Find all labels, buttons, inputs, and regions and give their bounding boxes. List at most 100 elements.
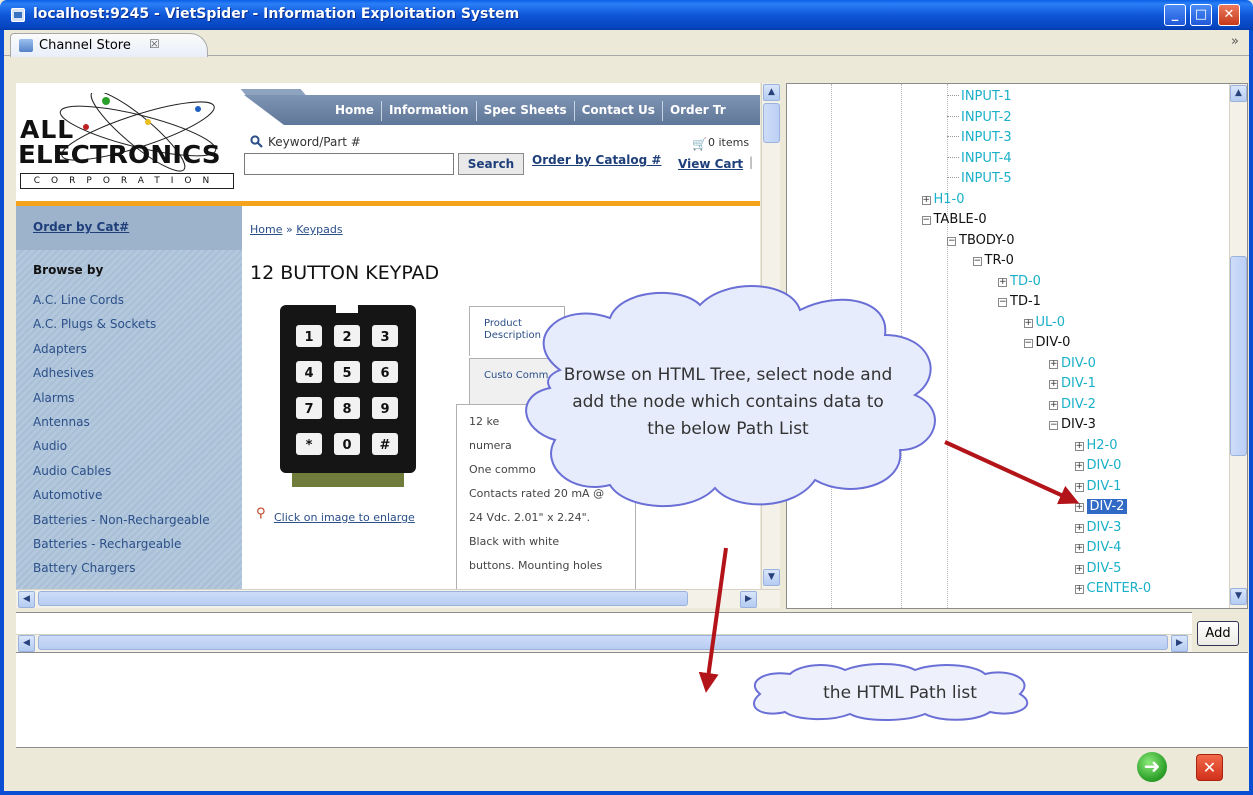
category-link[interactable]: A.C. Line Cords (33, 293, 210, 317)
tree-node[interactable]: + DIV-2 (1074, 496, 1128, 517)
tree-node[interactable]: + DIV-0 (1049, 353, 1096, 374)
html-path-list[interactable] (16, 652, 1248, 748)
tree-node[interactable]: + UL-0 (1023, 312, 1065, 333)
expand-toggle-icon[interactable]: + (1074, 585, 1084, 594)
scroll-thumb[interactable] (763, 103, 780, 143)
category-link[interactable]: Battery Chargers (33, 561, 210, 585)
path-horizontal-scrollbar[interactable]: ◀ ▶ (16, 634, 1192, 652)
tree-node[interactable]: + DIV-5 (1074, 558, 1121, 579)
category-link[interactable]: Batteries - Rechargeable (33, 537, 210, 561)
expand-toggle-icon[interactable]: + (1049, 400, 1058, 410)
all-electronics-logo[interactable]: ALL ELECTRONICS CORPORATION (18, 93, 236, 189)
category-link[interactable]: Batteries - Non-Rechargeable (33, 513, 210, 537)
nav-spec-sheets[interactable]: Spec Sheets (475, 101, 574, 121)
scroll-down-arrow-icon[interactable]: ▼ (1230, 588, 1247, 605)
expand-toggle-icon[interactable]: + (1074, 462, 1084, 471)
tree-node[interactable]: + DIV-3 (1074, 517, 1121, 538)
order-by-cat-link[interactable]: Order by Cat# (16, 206, 242, 250)
category-link[interactable]: Audio Cables (33, 464, 210, 488)
enlarge-image-link[interactable]: Click on image to enlarge (274, 511, 415, 524)
tree-node[interactable]: + H2-0 (1074, 435, 1118, 456)
expand-toggle-icon[interactable]: + (1074, 564, 1084, 574)
tree-node[interactable]: + DIV-2 (1049, 394, 1096, 415)
tree-node[interactable]: INPUT-3 (947, 127, 1012, 148)
collapse-toggle-icon[interactable]: − (947, 236, 956, 246)
tree-node[interactable]: INPUT-5 (947, 168, 1012, 189)
web-browser-pane[interactable]: ALL ELECTRONICS CORPORATION Home Informa… (16, 83, 760, 589)
tree-vertical-scrollbar[interactable]: ▲ ▼ (1229, 84, 1247, 608)
tree-node[interactable]: INPUT-2 (947, 107, 1012, 128)
category-link[interactable]: A.C. Plugs & Sockets (33, 317, 210, 341)
scroll-thumb[interactable] (38, 591, 688, 606)
scroll-left-arrow-icon[interactable]: ◀ (18, 635, 35, 652)
browser-vertical-scrollbar[interactable]: ▲ ▼ (761, 83, 780, 589)
scroll-up-arrow-icon[interactable]: ▲ (1230, 85, 1247, 102)
cancel-button[interactable]: ✕ (1196, 754, 1223, 781)
close-button[interactable]: ✕ (1218, 4, 1240, 26)
tree-node[interactable]: INPUT-4 (947, 148, 1012, 169)
tab-customer-comments[interactable]: Custo Comm (469, 358, 565, 406)
scroll-thumb[interactable] (1230, 256, 1247, 456)
tree-node[interactable]: − DIV-0 (1023, 332, 1070, 353)
tree-node[interactable]: + DIV-0 (1074, 455, 1121, 476)
expand-toggle-icon[interactable]: + (1074, 503, 1084, 512)
minimize-button[interactable]: _ (1164, 4, 1186, 26)
keyword-search-input[interactable] (244, 153, 454, 175)
tree-node[interactable]: + CENTER-0 (1074, 578, 1151, 599)
title-bar[interactable]: localhost:9245 - VietSpider - Informatio… (0, 0, 1253, 30)
category-link[interactable]: Antennas (33, 415, 210, 439)
browser-horizontal-scrollbar[interactable]: ◀ ▶ (16, 589, 780, 608)
tree-node[interactable]: + DIV-1 (1049, 373, 1096, 394)
tree-node[interactable]: − TABLE-0 (921, 209, 987, 230)
collapse-toggle-icon[interactable]: − (998, 298, 1007, 307)
tree-node[interactable]: − TBODY-0 (947, 230, 1015, 251)
expand-toggle-icon[interactable]: + (1074, 523, 1084, 533)
scroll-left-arrow-icon[interactable]: ◀ (18, 591, 35, 608)
scroll-thumb[interactable] (38, 635, 1168, 650)
tree-node[interactable]: + DIV-4 (1074, 537, 1121, 558)
category-link[interactable]: Alarms (33, 391, 210, 415)
expand-toggle-icon[interactable]: + (1023, 318, 1033, 328)
expand-toggle-icon[interactable]: + (1074, 544, 1084, 553)
go-next-button[interactable]: ➜ (1137, 752, 1167, 782)
keypad-product-image[interactable]: 1 2 3 4 5 6 7 8 9 * 0 # (278, 303, 418, 493)
nav-order-tracking[interactable]: Order Tr (661, 101, 733, 121)
view-menu-chevron-icon[interactable]: » (1231, 34, 1239, 49)
tree-node[interactable]: + DIV-1 (1074, 476, 1121, 497)
tree-node[interactable]: + H1-0 (921, 189, 965, 210)
path-input-area[interactable] (16, 612, 1192, 634)
search-button[interactable]: Search (458, 153, 524, 175)
maximize-button[interactable]: □ (1190, 4, 1212, 26)
tab-channel-store[interactable]: Channel Store ☒ (10, 33, 208, 57)
expand-toggle-icon[interactable]: + (1074, 441, 1084, 451)
tree-node[interactable]: INPUT-1 (947, 86, 1012, 107)
tree-node[interactable]: − TD-1 (998, 291, 1041, 312)
category-link[interactable]: Automotive (33, 488, 210, 512)
expand-toggle-icon[interactable]: + (1049, 380, 1058, 389)
tab-product-description[interactable]: Product Description (469, 306, 565, 356)
view-cart-link[interactable]: View Cart (678, 157, 743, 171)
nav-contact-us[interactable]: Contact Us (573, 101, 662, 121)
breadcrumb-keypads[interactable]: Keypads (296, 223, 342, 236)
category-link[interactable]: Adhesives (33, 366, 210, 390)
breadcrumb-home[interactable]: Home (250, 223, 282, 236)
nav-home[interactable]: Home (328, 101, 381, 121)
expand-toggle-icon[interactable]: + (998, 277, 1007, 287)
tree-node[interactable]: − TR-0 (972, 250, 1014, 271)
html-tree-pane[interactable]: INPUT-1 INPUT-2 INPUT-3 INPUT-4 INPUT-5 + H1-0… (786, 83, 1248, 609)
expand-toggle-icon[interactable]: + (921, 195, 931, 205)
order-by-catalog-link[interactable]: Order by Catalog # (532, 153, 661, 167)
tree-node[interactable]: + TD-0 (998, 271, 1041, 292)
expand-toggle-icon[interactable]: + (1074, 482, 1084, 492)
scroll-up-arrow-icon[interactable]: ▲ (763, 84, 780, 101)
add-path-button[interactable]: Add (1197, 621, 1239, 646)
scroll-right-arrow-icon[interactable]: ▶ (740, 591, 757, 608)
category-link[interactable]: Audio (33, 439, 210, 463)
expand-toggle-icon[interactable]: + (1049, 359, 1058, 369)
collapse-toggle-icon[interactable]: − (1023, 339, 1033, 348)
collapse-toggle-icon[interactable]: − (972, 257, 982, 266)
scroll-down-arrow-icon[interactable]: ▼ (763, 569, 780, 586)
collapse-toggle-icon[interactable]: − (1049, 421, 1058, 430)
tab-close-icon[interactable]: ☒ (149, 37, 160, 51)
nav-information[interactable]: Information (380, 101, 476, 121)
